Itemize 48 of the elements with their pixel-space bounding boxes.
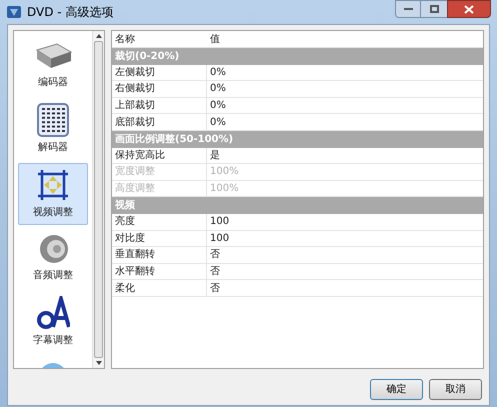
- scroll-thumb[interactable]: [94, 41, 103, 358]
- property-name[interactable]: 右侧裁切: [112, 81, 207, 97]
- maximize-button[interactable]: [421, 0, 447, 18]
- dialog-button[interactable]: 确定: [370, 379, 423, 400]
- category-label: 编码器: [38, 76, 68, 90]
- category-label: 音频调整: [33, 268, 73, 283]
- property-name[interactable]: 柔化: [112, 280, 207, 296]
- property-name[interactable]: 水平翻转: [112, 264, 207, 280]
- property-value[interactable]: 是: [207, 148, 483, 164]
- close-button[interactable]: [447, 0, 491, 18]
- property-value[interactable]: 100: [207, 230, 483, 246]
- property-value[interactable]: 否: [207, 264, 483, 280]
- property-value[interactable]: 0%: [207, 98, 483, 114]
- property-value[interactable]: 否: [207, 247, 483, 263]
- category-item[interactable]: 视频调整: [18, 163, 88, 225]
- property-name[interactable]: 垂直翻转: [112, 247, 207, 263]
- column-header: 名称: [114, 32, 136, 46]
- property-value[interactable]: 0%: [207, 64, 483, 80]
- font-icon: [36, 296, 70, 330]
- property-value[interactable]: 0%: [207, 81, 483, 97]
- app-icon: [6, 5, 22, 19]
- property-name[interactable]: 对比度: [112, 230, 207, 246]
- column-header: 值: [209, 32, 221, 46]
- property-name[interactable]: 保持宽高比: [112, 148, 207, 164]
- scroll-down-icon[interactable]: [96, 361, 102, 365]
- scrollbar[interactable]: [92, 31, 104, 368]
- crop-icon: [36, 168, 70, 202]
- minimize-button[interactable]: [395, 0, 421, 18]
- window-title: DVD - 高级选项: [27, 4, 114, 21]
- property-value[interactable]: 100: [207, 214, 483, 230]
- property-name[interactable]: 左侧裁切: [112, 64, 207, 80]
- grid-icon: [37, 103, 69, 137]
- category-item[interactable]: 解码器: [18, 98, 88, 160]
- property-name[interactable]: 亮度: [112, 214, 207, 230]
- category-item[interactable]: 字幕调整: [18, 291, 88, 353]
- property-name[interactable]: 上部裁切: [112, 98, 207, 114]
- category-label: 字幕调整: [33, 334, 73, 348]
- category-item[interactable]: 编码器: [18, 37, 88, 95]
- category-item[interactable]: 音频调整: [18, 228, 88, 288]
- scroll-up-icon[interactable]: [96, 34, 102, 38]
- category-label: 解码器: [38, 141, 68, 155]
- property-name[interactable]: 底部裁切: [112, 114, 207, 130]
- property-value[interactable]: 否: [207, 280, 483, 296]
- property-value[interactable]: 0%: [207, 114, 483, 130]
- category-label: 视频调整: [33, 206, 73, 220]
- speaker-icon: [37, 233, 69, 265]
- dialog-button[interactable]: 取消: [429, 379, 482, 400]
- close-icon: [464, 4, 474, 14]
